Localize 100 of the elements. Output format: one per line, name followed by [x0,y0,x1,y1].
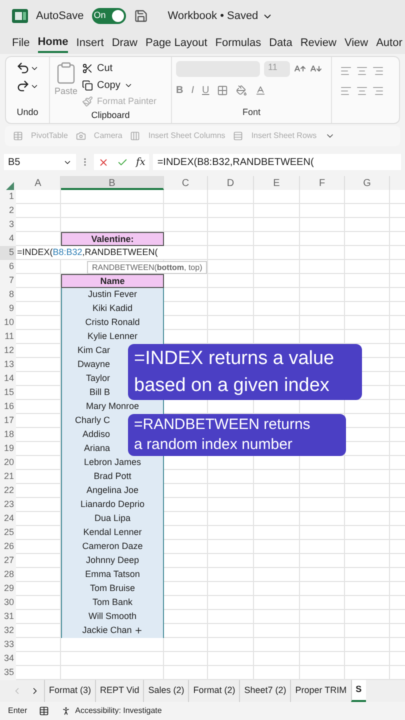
group-label: Font [242,106,260,118]
row-number[interactable]: 7 [0,274,16,288]
sheet-tab[interactable]: S [350,680,366,702]
redo-icon[interactable] [16,79,30,93]
ribbon-tab[interactable]: Review [300,33,336,53]
row-number[interactable]: 27 [0,554,16,568]
row-number[interactable]: 9 [0,302,16,316]
row-number[interactable]: 1 [0,190,16,204]
cell-editor[interactable]: =INDEX(B8:B32,RANDBETWEEN( [16,246,164,260]
underline-button[interactable]: U [202,83,210,98]
insert-function-button[interactable]: fx [136,154,146,170]
row-number[interactable]: 19 [0,442,16,456]
fill-color-icon[interactable] [236,85,248,96]
row-number[interactable]: 34 [0,652,16,666]
row-number[interactable]: 28 [0,568,16,582]
row-number[interactable]: 24 [0,512,16,526]
row-number[interactable]: 21 [0,470,16,484]
row-number[interactable]: 14 [0,372,16,386]
row-number[interactable]: 25 [0,526,16,540]
ribbon-tab[interactable]: Data [269,33,292,53]
row-number[interactable]: 6 [0,260,16,274]
align-middle-icon[interactable] [356,65,368,77]
chevron-down-icon[interactable] [124,81,134,90]
cell-cursor-icon [134,626,143,635]
save-icon[interactable] [134,9,148,23]
table-cell: Charly C [74,414,110,427]
table-cell: Kiki Kadid [92,302,133,315]
bold-button[interactable]: B [176,83,184,98]
align-top-icon[interactable] [340,65,352,77]
row-number[interactable]: 3 [0,218,16,232]
row-number[interactable]: 16 [0,400,16,414]
table-cell: Brad Pott [94,470,132,483]
paste-button[interactable]: Paste [54,85,78,98]
copy-button[interactable]: Copy [97,78,120,93]
row-number[interactable]: 13 [0,358,16,372]
columns-icon[interactable] [130,131,140,141]
row-number[interactable]: 8 [0,288,16,302]
table-cell: Taylor [86,372,110,385]
ribbon-tab[interactable]: Autor [376,33,402,53]
row-number[interactable]: 31 [0,610,16,624]
copy-icon[interactable] [82,80,93,91]
workbook-title[interactable]: Workbook • Saved [168,8,258,24]
row-number[interactable]: 5 [0,246,16,260]
italic-button[interactable]: I [191,83,194,98]
row-number[interactable]: 32 [0,624,16,638]
ribbon-tab[interactable]: Home [38,33,68,53]
scissors-icon[interactable] [82,63,93,74]
spreadsheet-logo-icon [12,8,28,24]
row-number[interactable]: 22 [0,484,16,498]
rows-icon[interactable] [233,131,244,141]
caption-overlay: =RANDBETWEEN returns a random index number [128,414,346,456]
undo-icon[interactable] [16,61,30,75]
column-header[interactable]: B [61,176,164,190]
row-number[interactable]: 30 [0,596,16,610]
ribbon-tab[interactable]: View [344,33,368,53]
camera-icon[interactable] [76,131,86,141]
table-cell: Angelina Joe [86,484,139,497]
autosave-toggle[interactable]: On [92,8,126,24]
name-box[interactable]: B5 [4,154,76,170]
row-number[interactable]: 12 [0,344,16,358]
align-bottom-icon[interactable] [372,65,384,77]
row-number[interactable]: 35 [0,666,16,680]
table-cell: Addiso [82,428,110,441]
cancel-icon[interactable] [98,156,109,168]
row-number[interactable]: 4 [0,232,16,246]
table-cell: Cameron Daze [82,540,143,553]
caption-overlay: =INDEX returns a value based on a given index [128,344,362,400]
confirm-icon[interactable] [117,156,128,168]
row-number[interactable]: 26 [0,540,16,554]
ribbon-tab[interactable]: Draw [112,33,138,53]
ribbon-tab[interactable]: Page Layout [145,33,208,53]
row-number[interactable]: 11 [0,330,16,344]
group-label: Undo [16,106,38,118]
accessibility-status[interactable]: Accessibility: Investigate [75,705,162,717]
table-cell: Ariana [84,442,110,455]
row-number[interactable]: 15 [0,386,16,400]
table-cell: Justin Fever [88,288,138,301]
row-number[interactable]: 29 [0,582,16,596]
align-left-icon[interactable] [340,85,352,97]
ribbon-tab[interactable]: File [12,33,30,53]
row-number[interactable]: 23 [0,498,16,512]
table-cell: Valentine: [91,233,134,246]
align-right-icon[interactable] [372,85,384,97]
row-number[interactable]: 10 [0,316,16,330]
font-color-icon[interactable] [255,85,266,96]
row-number[interactable]: 20 [0,456,16,470]
row-number[interactable]: 33 [0,638,16,652]
group-label: Clipboard [91,108,130,122]
paintbrush-icon[interactable] [82,96,93,108]
accessibility-icon[interactable] [61,706,72,716]
row-number[interactable]: 18 [0,428,16,442]
ribbon-tab[interactable]: Insert [76,33,104,53]
borders-icon[interactable] [217,85,228,96]
row-number[interactable]: 17 [0,414,16,428]
ribbon-tab[interactable]: Formulas [215,33,262,53]
formula-field[interactable]: =INDEX(B8:B32,RANDBETWEEN( [153,154,401,170]
align-center-icon[interactable] [356,85,368,97]
cut-button[interactable]: Cut [97,61,113,76]
table-icon[interactable] [13,131,23,141]
row-number[interactable]: 2 [0,204,16,218]
